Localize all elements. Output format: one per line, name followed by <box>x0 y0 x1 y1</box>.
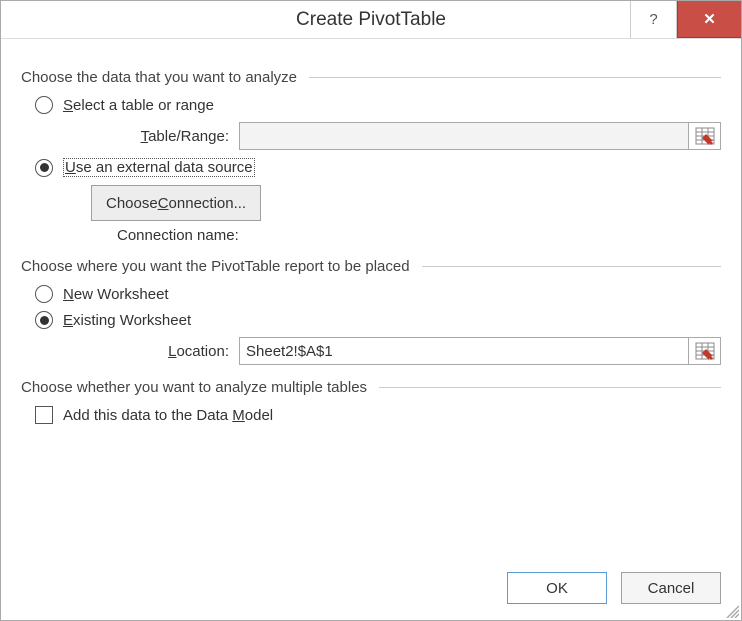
collapse-dialog-button[interactable] <box>689 122 721 150</box>
close-button[interactable]: ✕ <box>677 1 741 38</box>
choose-connection-button[interactable]: Choose Connection... <box>91 185 261 221</box>
table-range-label: Table/Range: <box>91 128 239 145</box>
divider <box>379 387 721 388</box>
option-existing-worksheet[interactable]: Existing Worksheet <box>35 311 721 329</box>
collapse-dialog-location-button[interactable] <box>689 337 721 365</box>
choose-connection-row: Choose Connection... <box>91 185 721 221</box>
location-row: Location: <box>91 337 721 365</box>
option-external-label: Use an external data source <box>63 158 255 177</box>
ok-button[interactable]: OK <box>507 572 607 604</box>
dialog-content: Choose the data that you want to analyze… <box>1 39 741 424</box>
divider <box>309 77 721 78</box>
section-analyze-label: Choose the data that you want to analyze <box>21 69 297 86</box>
section-placement-header: Choose where you want the PivotTable rep… <box>21 258 721 275</box>
connection-name-label: Connection name: <box>117 227 239 244</box>
option-select-range-label: Select a table or range <box>63 97 214 114</box>
option-new-worksheet[interactable]: New Worksheet <box>35 285 721 303</box>
radio-external-source[interactable] <box>35 159 53 177</box>
table-range-input[interactable] <box>239 122 689 150</box>
section-placement-label: Choose where you want the PivotTable rep… <box>21 258 410 275</box>
resize-grip-icon[interactable] <box>723 602 739 618</box>
checkbox-data-model[interactable] <box>35 406 53 424</box>
option-external-source[interactable]: Use an external data source <box>35 158 721 177</box>
create-pivottable-dialog: Create PivotTable ? ✕ Choose the data th… <box>0 0 742 621</box>
window-controls: ? ✕ <box>630 1 741 38</box>
help-icon: ? <box>649 11 657 28</box>
location-label: Location: <box>91 343 239 360</box>
divider <box>422 266 721 267</box>
radio-new-worksheet[interactable] <box>35 285 53 303</box>
dialog-footer: OK Cancel <box>1 558 741 620</box>
section-multiple-tables-header: Choose whether you want to analyze multi… <box>21 379 721 396</box>
connection-name-row: Connection name: <box>117 227 721 244</box>
location-input[interactable] <box>239 337 689 365</box>
section-analyze-header: Choose the data that you want to analyze <box>21 69 721 86</box>
range-selector-icon <box>695 342 715 360</box>
titlebar: Create PivotTable ? ✕ <box>1 1 741 39</box>
option-add-to-data-model[interactable]: Add this data to the Data Model <box>35 406 721 424</box>
range-selector-icon <box>695 127 715 145</box>
radio-existing-worksheet[interactable] <box>35 311 53 329</box>
option-select-table-range[interactable]: Select a table or range <box>35 96 721 114</box>
option-new-worksheet-label: New Worksheet <box>63 286 169 303</box>
option-existing-worksheet-label: Existing Worksheet <box>63 312 191 329</box>
radio-select-range[interactable] <box>35 96 53 114</box>
table-range-row: Table/Range: <box>91 122 721 150</box>
section-multiple-tables-label: Choose whether you want to analyze multi… <box>21 379 367 396</box>
cancel-button[interactable]: Cancel <box>621 572 721 604</box>
help-button[interactable]: ? <box>631 1 677 38</box>
dialog-title: Create PivotTable <box>296 9 446 31</box>
checkbox-data-model-label: Add this data to the Data Model <box>63 407 273 424</box>
close-icon: ✕ <box>703 10 716 28</box>
